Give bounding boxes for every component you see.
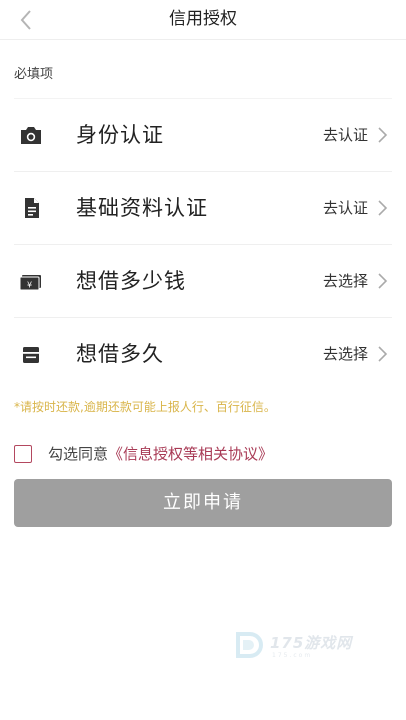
chevron-right-icon xyxy=(378,127,388,143)
list-item-action: 去选择 xyxy=(322,345,368,363)
agreement-text: 勾选同意《信息授权等相关协议》 xyxy=(48,444,273,465)
watermark-subtext: 175.com xyxy=(272,652,313,659)
list-item-action: 去认证 xyxy=(322,126,368,144)
agreement-prefix: 勾选同意 xyxy=(48,445,109,463)
list-item-label: 基础资料认证 xyxy=(76,196,208,220)
list-item-action: 去认证 xyxy=(322,199,368,217)
section-label-required: 必填项 xyxy=(14,67,54,82)
agreement-checkbox[interactable] xyxy=(14,445,32,463)
auth-list: 身份认证 去认证 基础资料认证 去认证 ¥ 想借多少钱 去选择 想借多久 去选择 xyxy=(14,98,392,390)
nav-bar: 信用授权 xyxy=(0,0,406,40)
watermark-text: 175游戏网 xyxy=(270,634,353,652)
agreement-row: 勾选同意《信息授权等相关协议》 xyxy=(14,444,392,466)
watermark-logo: 175游戏网 175.com xyxy=(232,628,362,664)
list-item-duration[interactable]: 想借多久 去选择 xyxy=(14,317,392,390)
svg-text:¥: ¥ xyxy=(27,281,32,290)
list-item-label: 身份认证 xyxy=(76,123,164,147)
money-icon: ¥ xyxy=(19,275,41,291)
repayment-notice: *请按时还款,逾期还款可能上报人行、百行征信。 xyxy=(14,400,276,414)
list-item-identity[interactable]: 身份认证 去认证 xyxy=(14,98,392,171)
page-title: 信用授权 xyxy=(169,9,237,29)
chevron-right-icon xyxy=(378,200,388,216)
watermark-icon xyxy=(236,632,263,658)
list-item-basic-info[interactable]: 基础资料认证 去认证 xyxy=(14,171,392,244)
list-item-action: 去选择 xyxy=(322,272,368,290)
list-item-amount[interactable]: ¥ 想借多少钱 去选择 xyxy=(14,244,392,317)
agreement-link[interactable]: 《信息授权等相关协议》 xyxy=(108,445,273,463)
apply-button[interactable]: 立即申请 xyxy=(14,479,392,527)
camera-icon xyxy=(21,127,41,144)
document-icon xyxy=(25,198,39,218)
chevron-right-icon xyxy=(378,346,388,362)
list-item-label: 想借多少钱 xyxy=(76,269,186,293)
chevron-right-icon xyxy=(378,273,388,289)
card-icon xyxy=(23,347,39,363)
list-item-label: 想借多久 xyxy=(76,342,164,366)
